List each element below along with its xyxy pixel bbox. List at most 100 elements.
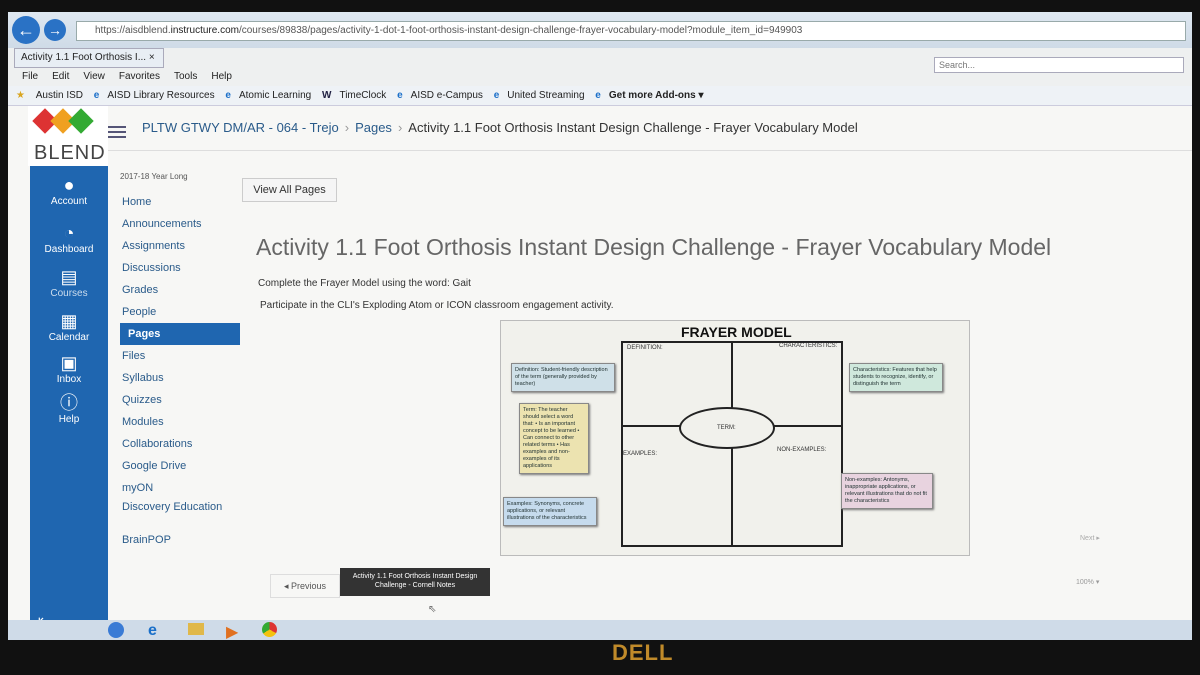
label: Calendar xyxy=(48,332,90,343)
media-player-icon[interactable]: ▶ xyxy=(226,622,238,640)
course-nav-announcements[interactable]: Announcements xyxy=(120,213,240,235)
instruction-text: Complete the Frayer Model using the word… xyxy=(258,278,471,289)
calendar-icon: ▦ xyxy=(60,311,78,331)
tab-title: Activity 1.1 Foot Orthosis I... xyxy=(21,52,147,63)
menu-view[interactable]: View xyxy=(83,71,105,82)
definition-label: DEFINITION: xyxy=(627,345,663,351)
view-all-pages-button[interactable]: View All Pages xyxy=(242,178,337,202)
course-nav-modules[interactable]: Modules xyxy=(120,411,240,433)
term-label: 2017-18 Year Long xyxy=(120,172,188,181)
menu-file[interactable]: File xyxy=(22,71,38,82)
inbox-icon: ▣ xyxy=(60,353,78,373)
menu-tools[interactable]: Tools xyxy=(174,71,197,82)
close-tab-icon[interactable]: × xyxy=(149,52,155,63)
ie-taskbar-icon[interactable]: e xyxy=(148,622,157,640)
course-nav: 2017-18 Year Long Home Announcements Ass… xyxy=(120,172,240,551)
zoom-level[interactable]: 100% ▾ xyxy=(1076,578,1099,586)
course-nav-grades[interactable]: Grades xyxy=(120,279,240,301)
breadcrumb-course[interactable]: PLTW GTWY DM/AR - 064 - Trejo xyxy=(142,120,339,135)
course-nav-brainpop[interactable]: BrainPOP xyxy=(120,529,240,551)
course-nav-files[interactable]: Files xyxy=(120,345,240,367)
header-divider xyxy=(108,150,1192,151)
favorites-bar: ★ Austin ISD e AISD Library Resources e At… xyxy=(8,86,1192,106)
course-nav-collaborations[interactable]: Collaborations xyxy=(120,433,240,455)
dashboard-icon: ◔ xyxy=(63,223,75,243)
dell-logo: DELL xyxy=(612,640,674,665)
fav-united-streaming[interactable]: United Streaming xyxy=(507,90,584,101)
global-nav-inbox[interactable]: ▣ Inbox xyxy=(30,352,108,385)
w-icon: W xyxy=(322,90,332,101)
global-nav-help[interactable]: ⓘ Help xyxy=(30,392,108,425)
url-prefix: https://aisdblend. xyxy=(95,25,171,36)
global-nav-account[interactable]: ● Account xyxy=(30,174,108,207)
ie-page-icon: e xyxy=(93,90,100,101)
frayer-title: FRAYER MODEL xyxy=(681,324,792,340)
menu-favorites[interactable]: Favorites xyxy=(119,71,160,82)
definition-note: Definition: Student-friendly description… xyxy=(511,363,615,392)
term-note: Term: The teacher should select a word t… xyxy=(519,403,589,474)
logo-text: BLEND xyxy=(34,142,106,164)
breadcrumb-current: Activity 1.1 Foot Orthosis Instant Desig… xyxy=(408,120,858,135)
ie-page-icon: e xyxy=(595,90,601,101)
previous-tooltip: Activity 1.1 Foot Orthosis Instant Desig… xyxy=(340,568,490,596)
global-nav: ● Account ◔ Dashboard ▤ Courses ▦ Calendar ▣… xyxy=(30,166,108,640)
ie-page-icon: e xyxy=(225,90,231,101)
label: Dashboard xyxy=(44,244,94,255)
menu-help[interactable]: Help xyxy=(211,71,232,82)
fav-addons[interactable]: Get more Add-ons ▾ xyxy=(609,90,704,101)
fav-library[interactable]: AISD Library Resources xyxy=(107,90,214,101)
account-icon: ● xyxy=(63,175,75,195)
menu-edit[interactable]: Edit xyxy=(52,71,69,82)
mouse-cursor-icon: ⇖ xyxy=(428,604,437,615)
chrome-taskbar-icon[interactable] xyxy=(262,622,277,637)
label: Account xyxy=(50,196,88,207)
address-bar[interactable]: https://aisdblend.instructure.com/course… xyxy=(76,21,1186,41)
examples-label: EXAMPLES: xyxy=(623,451,658,457)
course-nav-pages[interactable]: Pages xyxy=(120,323,240,345)
browser-tab[interactable]: Activity 1.1 Foot Orthosis I... × xyxy=(14,48,164,68)
course-nav-syllabus[interactable]: Syllabus xyxy=(120,367,240,389)
course-nav-people[interactable]: People xyxy=(120,301,240,323)
characteristics-label: CHARACTERISTICS: xyxy=(779,343,838,349)
course-nav-google-drive[interactable]: Google Drive xyxy=(120,455,240,477)
next-button[interactable]: Next ▸ xyxy=(1080,534,1100,542)
blend-logo[interactable]: BLEND xyxy=(28,106,108,166)
fav-austin-isd[interactable]: Austin ISD xyxy=(36,90,83,101)
fav-timeclock[interactable]: TimeClock xyxy=(339,90,386,101)
course-nav-discussions[interactable]: Discussions xyxy=(120,257,240,279)
hamburger-menu-icon[interactable] xyxy=(108,126,126,138)
page-title: Activity 1.1 Foot Orthosis Instant Desig… xyxy=(256,234,1052,260)
fav-ecampus[interactable]: AISD e-Campus xyxy=(411,90,483,101)
examples-note: Examples: Synonyms, concrete application… xyxy=(503,497,597,526)
frayer-model-image: FRAYER MODEL DEFINITION: CHARACTERISTICS… xyxy=(500,320,970,556)
breadcrumb: PLTW GTWY DM/AR - 064 - Trejo › Pages › Acti… xyxy=(142,120,858,135)
label: Courses xyxy=(50,288,88,299)
favorites-star-icon[interactable]: ★ xyxy=(16,90,25,101)
forward-button[interactable]: → xyxy=(44,19,66,41)
course-nav-myon[interactable]: myON xyxy=(120,477,240,499)
help-icon: ⓘ xyxy=(60,393,78,413)
back-button[interactable]: ← xyxy=(12,16,40,44)
activity-text: Participate in the CLI's Exploding Atom … xyxy=(260,300,614,311)
course-nav-quizzes[interactable]: Quizzes xyxy=(120,389,240,411)
ie-page-icon: e xyxy=(493,90,500,101)
previous-button[interactable]: ◂ Previous xyxy=(270,574,340,598)
canvas-page: BLEND ● Account ◔ Dashboard ▤ Courses ▦ Cale… xyxy=(8,106,1192,640)
global-nav-dashboard[interactable]: ◔ Dashboard xyxy=(30,222,108,255)
menu-bar: File Edit View Favorites Tools Help xyxy=(8,68,1192,86)
global-nav-calendar[interactable]: ▦ Calendar xyxy=(30,310,108,343)
breadcrumb-pages[interactable]: Pages xyxy=(355,120,392,135)
global-nav-courses[interactable]: ▤ Courses xyxy=(30,266,108,299)
fav-atomic[interactable]: Atomic Learning xyxy=(239,90,311,101)
start-button-icon[interactable] xyxy=(108,622,124,638)
non-examples-note: Non-examples: Antonyms, inappropriate ap… xyxy=(841,473,933,509)
course-nav-assignments[interactable]: Assignments xyxy=(120,235,240,257)
explorer-taskbar-icon[interactable] xyxy=(188,623,204,635)
characteristics-note: Characteristics: Features that help stud… xyxy=(849,363,943,392)
term-label: TERM: xyxy=(717,425,736,431)
courses-icon: ▤ xyxy=(60,267,78,287)
course-nav-discovery-education[interactable]: Discovery Education xyxy=(120,499,240,529)
course-nav-home[interactable]: Home xyxy=(120,191,240,213)
url-path: /courses/89838/pages/activity-1-dot-1-fo… xyxy=(238,25,803,36)
url-domain: instructure.com xyxy=(170,25,239,36)
